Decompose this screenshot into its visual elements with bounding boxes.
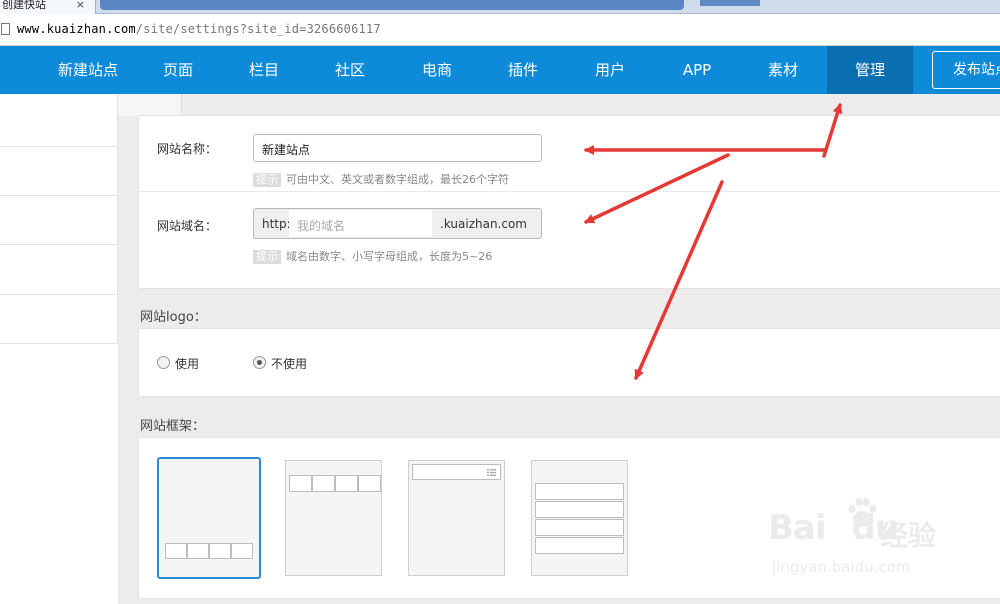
logo-none-radio[interactable] <box>253 356 266 369</box>
baidu-watermark: Bai du 经验 jingyan.baidu.com <box>762 492 962 586</box>
domain-field: http:// 我的域名 .kuaizhan.com <box>253 208 542 239</box>
nav-item-columns[interactable]: 栏目 <box>226 46 302 94</box>
settings-subtab[interactable] <box>118 94 182 116</box>
nav-item-ecommerce[interactable]: 电商 <box>399 46 475 94</box>
frame-cell <box>231 543 253 559</box>
frame-option-list[interactable] <box>531 460 628 576</box>
nav-item-manage[interactable]: 管理 <box>827 46 913 94</box>
site-name-input[interactable]: 新建站点 <box>253 134 542 162</box>
publish-site-button[interactable]: 发布站点 <box>932 51 1000 89</box>
nav-item-users[interactable]: 用户 <box>572 46 648 94</box>
card-divider <box>139 191 1000 192</box>
domain-suffix: .kuaizhan.com <box>440 217 527 231</box>
domain-placeholder: 我的域名 <box>297 219 346 233</box>
url-host: www.kuaizhan.com <box>17 22 136 36</box>
frame-cell <box>535 537 624 554</box>
left-sidebar <box>0 94 118 344</box>
browser-tab[interactable]: 创建快站 × <box>0 0 96 14</box>
browser-tab-title: 创建快站 <box>2 0 46 11</box>
logo-use-label[interactable]: 使用 <box>175 355 199 372</box>
close-icon[interactable]: × <box>76 0 85 10</box>
logo-card: 使用 不使用 <box>138 328 1000 397</box>
frame-cell <box>209 543 231 559</box>
page-icon <box>1 23 10 35</box>
top-navbar: 新建站点 页面 栏目 社区 电商 插件 用户 APP 素材 管理 发布站点 <box>0 46 1000 94</box>
nav-item-materials[interactable]: 素材 <box>745 46 821 94</box>
sidebar-divider <box>0 195 117 196</box>
frame-section-title: 网站框架： <box>140 419 206 434</box>
frame-cell <box>289 475 312 492</box>
logo-section-title: 网站logo： <box>140 310 207 325</box>
frame-cell <box>335 475 358 492</box>
site-name-hint: 提示 可由中文、英文或者数字组成，最长26个字符 <box>253 171 509 187</box>
site-name-hint-text: 可由中文、英文或者数字组成，最长26个字符 <box>286 173 509 186</box>
hint-tag: 提示 <box>253 250 281 264</box>
watermark-url: jingyan.baidu.com <box>772 558 911 576</box>
sidebar-divider <box>0 294 117 295</box>
logo-none-label[interactable]: 不使用 <box>271 355 307 372</box>
url-path: /site/settings?site_id=3266606117 <box>135 22 381 36</box>
frame-option-top-menu[interactable] <box>408 460 505 576</box>
browser-tab-inactive[interactable] <box>100 0 684 10</box>
frame-cell <box>535 501 624 518</box>
frame-cell <box>312 475 335 492</box>
menu-list-icon <box>487 469 496 476</box>
frame-cell <box>358 475 381 492</box>
frame-cell <box>165 543 187 559</box>
frame-option-bottom-tabs[interactable] <box>157 457 261 579</box>
domain-hint: 提示 域名由数字、小写字母组成，长度为5~26 <box>253 248 492 264</box>
watermark-cn: 经验 <box>880 519 937 552</box>
site-name-label: 网站名称： <box>157 142 218 156</box>
frame-cell <box>535 483 624 500</box>
basic-info-card: 网站名称： 新建站点 提示 可由中文、英文或者数字组成，最长26个字符 网站域名：… <box>138 115 1000 289</box>
paw-icon <box>848 497 877 527</box>
frame-cell <box>535 519 624 536</box>
nav-item-app[interactable]: APP <box>659 46 735 94</box>
watermark-brand-a: Bai <box>768 508 827 548</box>
domain-label: 网站域名： <box>157 219 218 233</box>
frame-option-top-tabs[interactable] <box>285 460 382 576</box>
sidebar-divider <box>0 146 117 147</box>
url-text[interactable]: www.kuaizhan.com/site/settings?site_id=3… <box>17 22 381 36</box>
nav-item-new-site[interactable]: 新建站点 <box>44 46 132 94</box>
sidebar-divider <box>0 244 117 245</box>
left-blank <box>0 344 118 604</box>
frame-cell <box>187 543 209 559</box>
address-bar[interactable]: www.kuaizhan.com/site/settings?site_id=3… <box>0 14 1000 46</box>
domain-input[interactable]: 我的域名 <box>289 210 432 237</box>
nav-item-plugins[interactable]: 插件 <box>485 46 561 94</box>
hint-tag: 提示 <box>253 173 281 187</box>
site-name-value: 新建站点 <box>262 143 311 157</box>
nav-item-community[interactable]: 社区 <box>312 46 388 94</box>
browser-tab-inactive-2[interactable] <box>700 0 760 6</box>
domain-hint-text: 域名由数字、小写字母组成，长度为5~26 <box>286 250 493 263</box>
browser-tabstrip: 创建快站 × <box>0 0 1000 14</box>
nav-item-pages[interactable]: 页面 <box>140 46 216 94</box>
logo-use-radio[interactable] <box>157 356 170 369</box>
